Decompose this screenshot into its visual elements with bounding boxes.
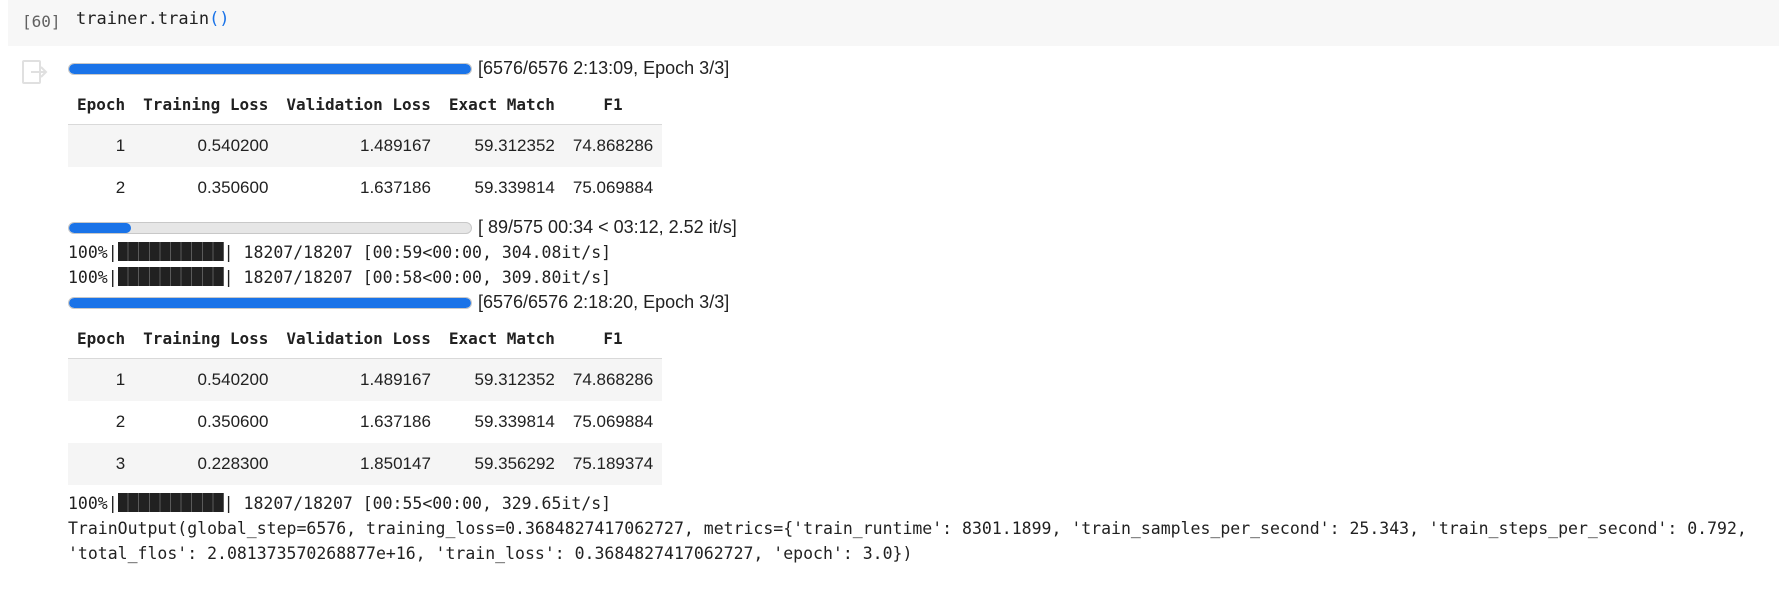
execution-count: [60] [22,12,61,31]
tqdm-bar [117,242,224,261]
tqdm-bar [117,493,224,512]
table-cell: 0.228300 [134,443,278,485]
table-cell: 3 [68,443,135,485]
column-header: Exact Match [439,87,564,125]
table-cell: 59.312352 [439,124,564,167]
table-cell: 75.189374 [563,443,663,485]
code-parens: () [209,9,230,29]
train-output-text: TrainOutput(global_step=6576, training_l… [68,519,1747,563]
code-editor[interactable]: trainer.train() [76,9,230,29]
table-cell: 59.339814 [474,178,555,197]
tqdm-line: 100%| | 18207/18207 [00:55<00:00, 329.65i… [68,491,1773,516]
table-cell: 75.069884 [572,412,654,431]
table-cell: 1.850147 [277,443,440,485]
column-header: Validation Loss [277,87,440,125]
progress-fill [69,222,132,233]
tqdm-suffix: | 18207/18207 [00:59<00:00, 304.08it/s] [223,243,612,262]
eval-progress: [ 89/575 00:34 < 03:12, 2.52 it/s] [68,215,1773,240]
metrics-table: Epoch Training Loss Validation Loss Exact M… [68,87,663,209]
tqdm-prefix: 100%| [68,268,118,287]
column-header: F1 [563,87,663,125]
table-cell: 75.069884 [572,178,654,197]
table-cell: 0.540200 [134,124,278,167]
table-cell: 1.489167 [277,358,440,401]
table-cell: 2 [115,178,126,197]
table-header-row: Epoch Training Loss Validation Loss Exact M… [68,321,663,359]
progress-bar [68,221,472,234]
table-cell: 59.356292 [439,443,564,485]
column-header: Epoch [68,87,135,125]
table-cell: 1.637186 [360,178,431,197]
cell-output: [6576/6576 2:13:09, Epoch 3/3] Epoch Trai… [68,56,1773,566]
training-progress: [6576/6576 2:18:20, Epoch 3/3] [68,290,1773,315]
tqdm-line: 100%| | 18207/18207 [00:59<00:00, 304.08i… [68,240,1773,265]
tqdm-prefix: 100%| [68,243,118,262]
table-row: 1 0.540200 1.489167 59.312352 74.868286 [68,358,663,401]
table-cell: 74.868286 [563,124,663,167]
code-text: trainer.train [76,9,210,29]
table-cell: 0.350600 [197,412,269,431]
table-row: 2 0.350600 1.637186 59.339814 75.069884 [68,167,662,209]
tqdm-suffix: | 18207/18207 [00:58<00:00, 309.80it/s] [223,268,612,287]
table-row: 2 0.350600 1.637186 59.339814 75.069884 [68,401,662,443]
table-cell: 74.868286 [563,358,663,401]
tqdm-line: 100%| | 18207/18207 [00:58<00:00, 309.80i… [68,265,1773,290]
tqdm-suffix: | 18207/18207 [00:55<00:00, 329.65it/s] [223,494,612,513]
progress-fill [69,297,471,308]
metrics-table: Epoch Training Loss Validation Loss Exact M… [68,321,663,485]
tqdm-prefix: 100%| [68,494,118,513]
column-header: Epoch [68,321,135,359]
table-cell: 59.312352 [439,358,564,401]
progress-fill [69,63,471,74]
progress-label: [ 89/575 00:34 < 03:12, 2.52 it/s] [478,217,737,237]
table-cell: 1 [68,124,135,167]
column-header: Exact Match [439,321,564,359]
column-header: Training Loss [134,87,278,125]
output-toggle-icon[interactable] [22,60,48,84]
table-cell: 1 [68,358,135,401]
table-cell: 59.339814 [474,412,555,431]
table-cell: 0.540200 [134,358,278,401]
table-cell: 1.637186 [360,412,431,431]
tqdm-bar [117,267,224,286]
code-cell-input[interactable]: [60] trainer.train() [8,0,1779,46]
progress-bar [68,296,472,309]
column-header: Validation Loss [277,321,440,359]
table-header-row: Epoch Training Loss Validation Loss Exact M… [68,87,663,125]
progress-bar [68,62,472,75]
table-row: 1 0.540200 1.489167 59.312352 74.868286 [68,124,663,167]
progress-label: [6576/6576 2:18:20, Epoch 3/3] [478,292,730,312]
table-cell: 2 [115,412,126,431]
progress-label: [6576/6576 2:13:09, Epoch 3/3] [478,58,730,78]
column-header: F1 [563,321,663,359]
table-row: 3 0.228300 1.850147 59.356292 75.189374 [68,443,663,485]
training-progress: [6576/6576 2:13:09, Epoch 3/3] [68,56,1773,81]
column-header: Training Loss [134,321,278,359]
table-cell: 0.350600 [197,178,269,197]
table-cell: 1.489167 [277,124,440,167]
